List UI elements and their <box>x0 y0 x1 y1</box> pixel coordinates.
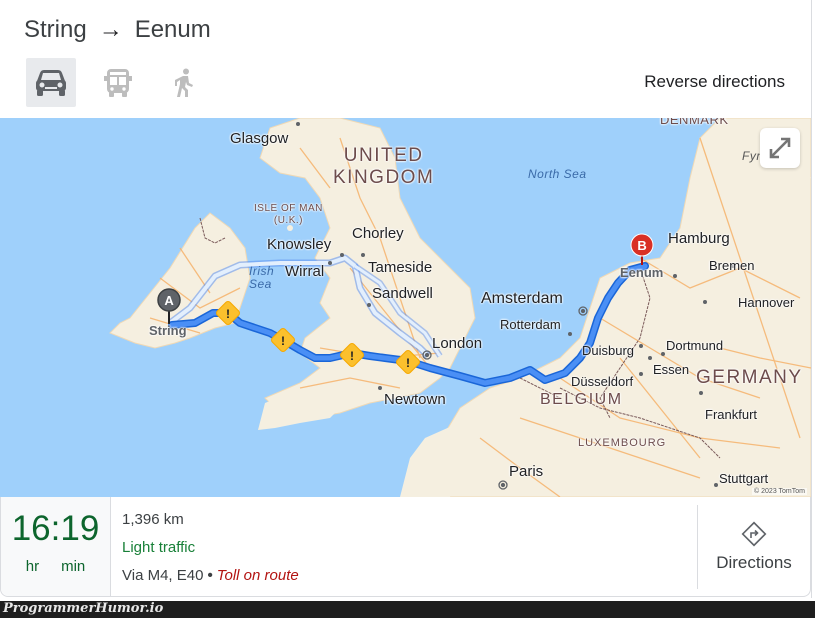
directions-button[interactable]: Directions <box>697 505 810 589</box>
time-units: hr min <box>26 558 86 575</box>
svg-text:!: ! <box>350 349 354 363</box>
map-label-irish-sea: Irish Sea <box>249 264 275 292</box>
watermark-text: ProgrammerHumor.io <box>3 601 164 616</box>
route-title: String → Eenum <box>24 16 211 44</box>
mode-walking-button[interactable] <box>160 58 210 107</box>
map-label-dusseldorf: Düsseldorf <box>571 374 634 389</box>
directions-icon <box>741 521 767 547</box>
route-via: Via M4, E40 • Toll on route <box>122 567 697 584</box>
origin-name: String <box>24 16 87 43</box>
route-distance: 1,396 km <box>122 511 184 528</box>
reverse-directions-link[interactable]: Reverse directions <box>644 72 785 92</box>
bus-icon <box>104 68 132 97</box>
traffic-status: Light traffic <box>122 539 196 556</box>
watermark-bar: ProgrammerHumor.io <box>0 601 815 618</box>
pin-b-letter: B <box>637 238 646 253</box>
map-label-newtown: Newtown <box>384 391 446 408</box>
arrow-icon: → <box>98 16 123 43</box>
directions-label: Directions <box>716 553 792 572</box>
map-label-london: London <box>432 335 483 352</box>
pin-b-label: Eenum <box>620 265 664 280</box>
map-label-rotterdam: Rotterdam <box>500 317 561 332</box>
expand-map-button[interactable] <box>760 128 800 168</box>
map-label-denmark: DENMARK <box>660 118 729 127</box>
map-label-dortmund: Dortmund <box>666 338 724 353</box>
directions-card: String → Eenum Reverse directions ! ! ! … <box>0 0 812 598</box>
map-label-hannover: Hannover <box>738 295 795 310</box>
travel-time: 16:19 <box>11 509 100 548</box>
travel-mode-selector <box>26 58 210 107</box>
pin-a-label: String <box>149 323 187 338</box>
map-label-duisburg: Duisburg <box>582 343 635 358</box>
map-label-tameside: Tameside <box>368 259 433 276</box>
pin-a-letter: A <box>164 293 174 308</box>
map-label-belgium: BELGIUM <box>540 391 623 408</box>
route-map[interactable]: ! ! ! ! A B Glasgow UNITED KINGDOM North… <box>0 118 811 497</box>
map-label-frankfurt: Frankfurt <box>705 407 758 422</box>
map-label-knowsley: Knowsley <box>267 236 332 253</box>
map-label-chorley: Chorley <box>352 225 404 242</box>
walk-icon <box>175 68 193 97</box>
map-label-stuttgart: Stuttgart <box>719 471 769 486</box>
toll-warning: Toll on route <box>216 567 299 584</box>
map-label-north-sea: North Sea <box>528 167 587 181</box>
map-label-glasgow: Glasgow <box>230 130 289 147</box>
map-label-wirral: Wirral <box>285 263 325 280</box>
travel-time-box: 16:19 hr min <box>1 497 111 596</box>
svg-text:!: ! <box>226 307 230 321</box>
unit-minutes: min <box>61 558 86 575</box>
map-label-germany: GERMANY <box>696 367 803 388</box>
svg-text:!: ! <box>281 334 285 348</box>
map-label-luxembourg: LUXEMBOURG <box>578 437 667 449</box>
unit-hours: hr <box>25 558 40 575</box>
map-label-uk: UNITED KINGDOM <box>333 145 435 188</box>
via-roads: Via M4, E40 <box>122 567 204 584</box>
mode-driving-button[interactable] <box>26 58 76 107</box>
map-label-paris: Paris <box>509 463 544 480</box>
route-summary[interactable]: 16:19 hr min 1,396 km Light traffic Via … <box>0 497 811 597</box>
map-label-bremen: Bremen <box>709 258 755 273</box>
map-label-isle-of-man: ISLE OF MAN (U.K.) <box>254 203 323 226</box>
separator-dot: • <box>207 567 213 584</box>
map-copyright: © 2023 TomTom <box>752 488 807 495</box>
svg-text:!: ! <box>406 356 410 370</box>
destination-name: Eenum <box>134 16 211 43</box>
map-label-essen: Essen <box>653 362 690 377</box>
car-icon <box>36 69 66 96</box>
map-label-sandwell: Sandwell <box>372 285 433 302</box>
mode-transit-button[interactable] <box>93 58 143 107</box>
map-label-hamburg: Hamburg <box>668 230 730 247</box>
route-details: 1,396 km Light traffic Via M4, E40 • Toll … <box>111 497 697 596</box>
expand-icon <box>769 137 791 159</box>
map-label-amsterdam: Amsterdam <box>481 290 563 307</box>
